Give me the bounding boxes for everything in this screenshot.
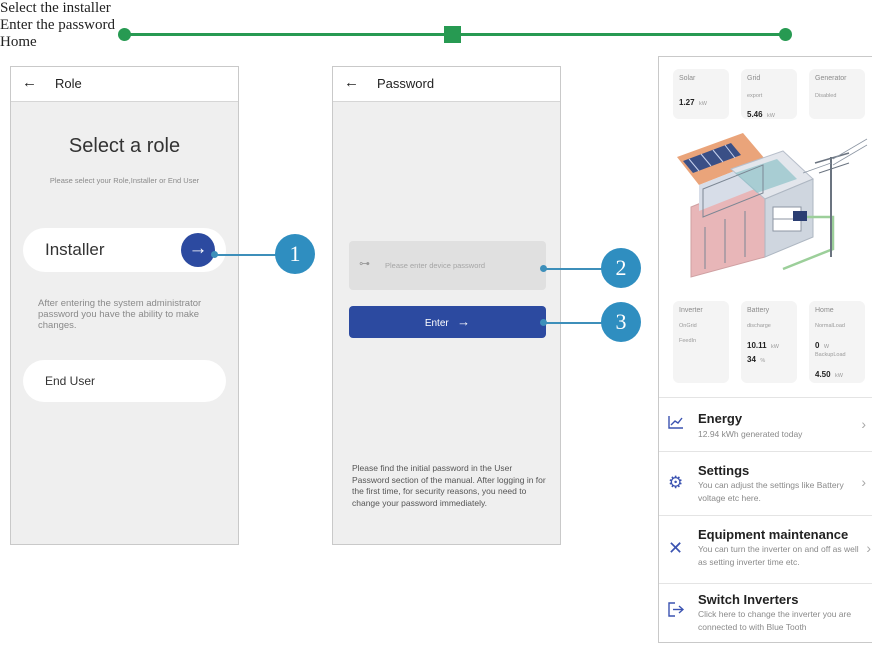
- normal-load-row: 0 W: [815, 335, 829, 353]
- callout-1: 1: [275, 234, 315, 274]
- menu-title-equipment-maintenance: Equipment maintenance: [698, 527, 849, 542]
- password-screen: ← Password ⊶ Please enter device passwor…: [332, 66, 561, 545]
- grid-card[interactable]: Grid export 5.46 kW: [741, 69, 797, 119]
- solar-unit: kW: [699, 101, 707, 107]
- normal-load-unit: W: [823, 344, 830, 350]
- grid-unit: kW: [767, 113, 775, 119]
- menu-item-settings[interactable]: ⚙ Settings You can adjust the settings l…: [659, 451, 872, 516]
- normal-load-label: NormalLoad: [815, 323, 845, 329]
- inverter-status: OnGrid: [679, 323, 697, 329]
- callout-2-line: [544, 268, 602, 270]
- backup-load-unit: kW: [835, 373, 843, 379]
- battery-status: discharge: [747, 323, 771, 329]
- arrow-left-icon[interactable]: ←: [344, 74, 359, 91]
- step-label-password: Enter the password: [0, 17, 115, 33]
- logout-icon: [668, 602, 685, 622]
- menu-desc-switch-inverters: Click here to change the inverter you ar…: [698, 609, 852, 632]
- grid-value-row: 5.46 kW: [747, 104, 775, 122]
- backup-load-row: 4.50 kW: [815, 364, 843, 382]
- tools-icon: ✕: [668, 538, 684, 558]
- installer-button[interactable]: Installer →: [23, 228, 226, 272]
- callout-1-dot: [211, 251, 218, 258]
- backup-load-label: BackupLoad: [815, 352, 846, 358]
- backup-load-value: 4.50: [815, 370, 831, 379]
- battery-soc-row: 34 %: [747, 349, 765, 367]
- generator-status: Disabled: [815, 93, 837, 99]
- grid-label: Grid: [747, 75, 761, 82]
- chevron-right-icon: ›: [866, 540, 871, 556]
- battery-card[interactable]: Battery discharge 10.11 kW 34 %: [741, 301, 797, 383]
- callout-2: 2: [601, 248, 641, 288]
- arrow-right-icon[interactable]: →: [181, 233, 215, 267]
- generator-label: Generator: [815, 75, 847, 82]
- inverter-label: Inverter: [679, 307, 703, 314]
- home-load-label: Home: [815, 307, 834, 314]
- home-load-card[interactable]: Home NormalLoad 0 W BackupLoad 4.50 kW: [809, 301, 865, 383]
- generator-card[interactable]: Generator Disabled: [809, 69, 865, 119]
- password-header: ← Password: [333, 67, 560, 102]
- battery-label: Battery: [747, 307, 770, 314]
- role-header: ← Role: [11, 67, 238, 102]
- house-illustration: [677, 133, 868, 278]
- solar-value: 1.27: [679, 98, 695, 107]
- arrow-right-icon: →: [457, 314, 471, 329]
- battery-soc: 34: [747, 355, 756, 364]
- menu-item-switch-inverters[interactable]: Switch Inverters Click here to change th…: [659, 583, 872, 645]
- menu-title-energy: Energy: [698, 411, 743, 426]
- menu-desc-settings: You can adjust the settings like Battery…: [698, 480, 844, 503]
- step-label-home: Home: [0, 34, 37, 50]
- enter-button[interactable]: Enter →: [349, 306, 546, 338]
- inverter-mode: FeedIn: [679, 338, 697, 344]
- menu-item-equipment-maintenance[interactable]: ✕ Equipment maintenance You can turn the…: [659, 515, 872, 584]
- callout-2-dot: [540, 265, 547, 272]
- menu-title-switch-inverters: Switch Inverters: [698, 592, 799, 607]
- arrow-left-icon[interactable]: ←: [22, 74, 37, 91]
- battery-soc-unit: %: [760, 358, 766, 364]
- solar-card[interactable]: Solar 1.27 kW: [673, 69, 729, 119]
- installer-note: After entering the system administrator …: [38, 298, 202, 331]
- password-title: Password: [377, 76, 435, 91]
- battery-power-unit: kW: [771, 344, 779, 350]
- installer-label: Installer: [45, 240, 105, 259]
- password-note: Please find the initial password in the …: [352, 463, 546, 508]
- chart-icon: [668, 415, 684, 434]
- menu-title-settings: Settings: [698, 463, 750, 478]
- menu-item-energy[interactable]: Energy 12.94 kWh generated today ›: [659, 397, 872, 452]
- key-icon: ⊶: [359, 258, 370, 270]
- menu-desc-energy: 12.94 kWh generated today: [698, 429, 803, 439]
- callout-1-line: [214, 254, 276, 256]
- callout-3-line: [544, 322, 602, 324]
- end-user-label: End User: [45, 374, 96, 388]
- inverter-card[interactable]: Inverter OnGrid FeedIn: [673, 301, 729, 383]
- chevron-right-icon: ›: [861, 474, 866, 490]
- role-subheading: Please select your Role,Installer or End…: [49, 176, 200, 185]
- end-user-button[interactable]: End User: [23, 360, 226, 402]
- password-placeholder: Please enter device password: [385, 261, 486, 270]
- enter-label: Enter: [424, 318, 449, 329]
- progress-dot-end: [779, 28, 792, 41]
- grid-status: export: [747, 93, 763, 99]
- callout-3: 3: [601, 302, 641, 342]
- solar-label: Solar: [679, 75, 696, 82]
- solar-value-row: 1.27 kW: [679, 92, 707, 110]
- role-heading: Select a role: [68, 135, 181, 157]
- grid-value: 5.46: [747, 110, 763, 119]
- role-screen: ← Role Select a role Please select your …: [10, 66, 239, 545]
- home-screen: Solar 1.27 kW Grid export 5.46 kW Genera…: [658, 56, 872, 643]
- role-title: Role: [55, 76, 82, 91]
- callout-3-dot: [540, 319, 547, 326]
- progress-marker-current: [444, 26, 461, 43]
- step-label-installer: Select the installer: [0, 0, 111, 16]
- gear-icon: ⚙: [668, 473, 684, 492]
- progress-dot-start: [118, 28, 131, 41]
- menu-desc-equipment-maintenance: You can turn the inverter on and off as …: [698, 544, 859, 567]
- chevron-right-icon: ›: [861, 416, 866, 432]
- normal-load-value: 0: [815, 341, 820, 350]
- password-input[interactable]: ⊶ Please enter device password: [349, 241, 546, 290]
